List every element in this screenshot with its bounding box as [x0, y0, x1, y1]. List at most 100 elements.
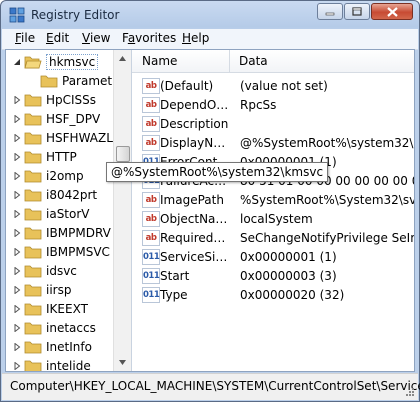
- tree-item-label: HSF_DPV: [46, 111, 101, 126]
- value-name: Description: [160, 116, 229, 131]
- tree-item-selected[interactable]: hkmsvc: [12, 52, 99, 71]
- expand-arrow-icon[interactable]: [12, 304, 22, 314]
- folder-icon: [24, 303, 42, 315]
- table-row[interactable]: ab (Default) (value not set): [132, 76, 414, 95]
- table-row[interactable]: 011ServiceSidT... 0x00000001 (1): [132, 247, 414, 266]
- expand-arrow-icon[interactable]: [12, 133, 22, 143]
- scroll-down-button[interactable]: [114, 354, 131, 371]
- menu-favorites[interactable]: Favorites: [122, 31, 176, 45]
- value-name: ImagePath: [160, 192, 224, 207]
- folder-open-icon: [24, 56, 42, 68]
- tree-item-label: i8042prt: [46, 187, 98, 202]
- folder-icon: [24, 113, 42, 125]
- status-bar: Computer\HKEY_LOCAL_MACHINE\SYSTEM\Curre…: [2, 373, 420, 400]
- maximize-button[interactable]: [344, 3, 370, 20]
- table-row[interactable]: 011 Start 0x00000003 (3): [132, 266, 414, 285]
- value-name: Type: [160, 287, 188, 302]
- table-row[interactable]: ab ObjectName localSystem: [132, 209, 414, 228]
- tree-item[interactable]: inetaccs: [12, 318, 96, 337]
- title-bar[interactable]: Registry Editor: [1, 1, 419, 29]
- value-data: %SystemRoot%\System32\svchos: [240, 192, 414, 207]
- tree-item[interactable]: iirsp: [12, 280, 71, 299]
- string-value-icon: ab: [142, 229, 160, 246]
- expand-arrow-icon[interactable]: [12, 228, 22, 238]
- expand-arrow-icon[interactable]: [12, 190, 22, 200]
- collapse-arrow-icon[interactable]: [12, 57, 22, 67]
- tree-item-label: IBMPMSVC: [46, 244, 110, 259]
- table-row[interactable]: abImagePath %SystemRoot%\System32\svchos: [132, 190, 414, 209]
- folder-icon: [40, 75, 58, 87]
- folder-icon: [24, 246, 42, 258]
- menu-file[interactable]: File: [15, 31, 35, 45]
- expand-arrow-icon[interactable]: [12, 247, 22, 257]
- value-data: 0x00000003 (3): [240, 268, 337, 283]
- table-row[interactable]: abDisplayName @%SystemRoot%\system32\kmsv: [132, 133, 414, 152]
- column-header-data[interactable]: Data: [239, 54, 268, 68]
- tree-item-label: HSFHWAZL: [46, 130, 113, 145]
- folder-icon: [24, 170, 42, 182]
- tree-item[interactable]: IKEEXT: [12, 299, 88, 318]
- folder-icon: [24, 227, 42, 239]
- value-name: (Default): [160, 78, 214, 93]
- expand-arrow-icon[interactable]: [12, 114, 22, 124]
- table-row[interactable]: abRequiredPri... SeChangeNotifyPrivilege …: [132, 228, 414, 247]
- column-header-name[interactable]: Name: [142, 54, 177, 68]
- tree-item[interactable]: iaStorV: [12, 204, 90, 223]
- folder-icon: [24, 189, 42, 201]
- tree-vertical-scrollbar[interactable]: [113, 50, 131, 371]
- resize-grip-icon[interactable]: [405, 387, 415, 397]
- value-data: SeChangeNotifyPrivilege SeImper: [240, 230, 414, 245]
- menu-help[interactable]: Help: [182, 31, 209, 45]
- tree-item[interactable]: HpCISSs: [12, 90, 96, 109]
- value-data: 0x00000020 (32): [240, 287, 345, 302]
- expand-arrow-icon[interactable]: [12, 342, 22, 352]
- menu-view[interactable]: View: [82, 31, 110, 45]
- value-name: RequiredPri...: [160, 230, 230, 245]
- tree-item[interactable]: HTTP: [12, 147, 77, 166]
- scroll-thumb[interactable]: [116, 146, 130, 162]
- value-name: DependOn...: [160, 97, 230, 112]
- arrow-up-icon: [119, 56, 126, 61]
- close-button[interactable]: [371, 3, 413, 20]
- registry-editor-app-icon: [9, 7, 25, 23]
- table-row[interactable]: ab Description: [132, 114, 414, 133]
- value-data: (value not set): [240, 78, 328, 93]
- tree-item[interactable]: HSF_DPV: [12, 109, 100, 128]
- table-row[interactable]: ab DependOn... RpcSs: [132, 95, 414, 114]
- tree-item-label: IKEEXT: [46, 301, 88, 316]
- tree-item-child[interactable]: Paramet: [40, 71, 112, 90]
- string-value-icon: ab: [142, 191, 160, 208]
- expand-arrow-icon[interactable]: [12, 209, 22, 219]
- expand-arrow-icon[interactable]: [12, 152, 22, 162]
- tree-item[interactable]: IBMPMDRV: [12, 223, 111, 242]
- expand-arrow-icon[interactable]: [12, 266, 22, 276]
- folder-icon: [24, 341, 42, 353]
- tree-item[interactable]: InetInfo: [12, 337, 92, 356]
- expand-arrow-icon[interactable]: [12, 361, 22, 371]
- expand-arrow-icon[interactable]: [12, 171, 22, 181]
- scroll-up-button[interactable]: [114, 50, 131, 67]
- expand-arrow-icon[interactable]: [12, 285, 22, 295]
- tree-item-label: Paramet: [62, 73, 113, 88]
- arrow-down-icon: [119, 360, 126, 365]
- minimize-button[interactable]: [317, 3, 343, 20]
- tree-item[interactable]: idsvc: [12, 261, 77, 280]
- menu-bar: File Edit View Favorites Help: [2, 29, 418, 50]
- folder-icon: [24, 151, 42, 163]
- values-list: Name Data ab (Default) (value not set) ab De…: [132, 50, 414, 371]
- tree-item-label: HpCISSs: [46, 92, 97, 107]
- close-icon: [386, 6, 398, 17]
- menu-edit[interactable]: Edit: [46, 31, 69, 45]
- binary-value-icon: 011: [142, 267, 160, 284]
- folder-icon: [24, 322, 42, 334]
- tree-item[interactable]: IBMPMSVC: [12, 242, 110, 261]
- tree-item[interactable]: HSFHWAZL: [12, 128, 113, 147]
- column-divider[interactable]: [229, 50, 230, 72]
- tree-item[interactable]: i8042prt: [12, 185, 97, 204]
- expand-arrow-icon[interactable]: [12, 95, 22, 105]
- tree-item[interactable]: intelide: [12, 356, 91, 371]
- registry-editor-window: Registry Editor File Edit View Favorites…: [0, 0, 420, 402]
- tree-item[interactable]: i2omp: [12, 166, 84, 185]
- expand-arrow-icon[interactable]: [12, 323, 22, 333]
- table-row[interactable]: 011 Type 0x00000020 (32): [132, 285, 414, 304]
